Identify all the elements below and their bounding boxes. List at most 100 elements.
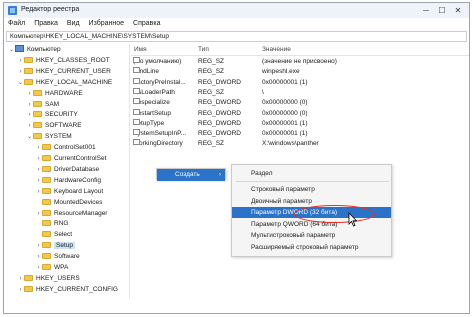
value-type-cell: REG_SZ xyxy=(198,58,225,65)
tree-node[interactable]: ⌄ SYSTEM xyxy=(26,132,72,142)
submenu-item-key[interactable]: Раздел xyxy=(232,168,391,179)
submenu-item[interactable]: Строковый параметр xyxy=(232,184,391,195)
table-row[interactable]: SystemSetupInP... REG_DWORD 0x00000001 (1) xyxy=(131,129,469,139)
tree-node-label: MountedDevices xyxy=(54,198,103,206)
pane-splitter[interactable] xyxy=(129,44,130,299)
column-value-header[interactable]: Значение xyxy=(262,46,291,53)
expand-toggle-icon[interactable]: ⌄ xyxy=(26,132,33,142)
menu-file[interactable]: Файл xyxy=(8,18,25,30)
folder-icon xyxy=(42,187,51,194)
folder-icon xyxy=(24,78,33,85)
value-name-cell: Respecialize xyxy=(133,98,170,108)
folder-icon xyxy=(42,198,51,205)
folder-icon xyxy=(33,111,42,118)
expand-toggle-icon[interactable]: › xyxy=(35,241,42,251)
create-menu-item[interactable]: Создать › xyxy=(157,169,225,181)
value-name: FactoryPreInstal... xyxy=(133,78,186,86)
tree-node[interactable]: › SAM xyxy=(26,100,59,110)
column-type-header[interactable]: Тип xyxy=(198,46,209,53)
tree-node[interactable]: › ControlSet001 xyxy=(35,143,96,153)
tree-node[interactable]: › SECURITY xyxy=(26,110,78,120)
minimize-button[interactable]: ─ xyxy=(418,5,434,16)
expand-toggle-icon[interactable]: › xyxy=(17,285,24,295)
binary-value-icon xyxy=(133,108,140,115)
tree-node[interactable]: › Software xyxy=(35,252,80,262)
tree-node[interactable]: › HKEY_USERS xyxy=(17,274,80,284)
menu-bar: Файл Правка Вид Избранное Справка xyxy=(4,18,469,30)
expand-toggle-icon[interactable]: › xyxy=(17,56,24,66)
folder-icon xyxy=(24,56,33,63)
tree-node[interactable]: › DriverDatabase xyxy=(35,165,99,175)
value-name-cell: FactoryPreInstal... xyxy=(133,77,186,88)
tree-node[interactable]: › Setup xyxy=(35,241,75,251)
expand-toggle-icon[interactable]: › xyxy=(35,263,42,273)
expand-toggle-icon[interactable]: › xyxy=(26,89,33,99)
menu-help[interactable]: Справка xyxy=(133,18,160,30)
expand-toggle-icon[interactable]: › xyxy=(17,67,24,77)
expand-toggle-icon[interactable]: › xyxy=(26,110,33,120)
tree-node[interactable]: ⌄ HKEY_LOCAL_MACHINE xyxy=(17,78,112,88)
expand-toggle-icon[interactable]: ⌄ xyxy=(17,78,24,88)
tree-node[interactable]: › HKEY_CURRENT_USER xyxy=(17,67,111,77)
expand-toggle-icon[interactable]: › xyxy=(17,274,24,284)
folder-icon xyxy=(42,220,51,227)
folder-icon xyxy=(33,100,42,107)
regedit-app-icon xyxy=(8,6,17,15)
tree-node[interactable]: MountedDevices xyxy=(35,198,102,208)
value-data-cell: winpeshl.exe xyxy=(262,68,300,76)
tree-node[interactable]: › WPA xyxy=(35,263,68,273)
table-row[interactable]: SetupType REG_DWORD 0x00000001 (1) xyxy=(131,118,469,129)
table-row[interactable]: CmdLine REG_SZ winpeshl.exe xyxy=(131,67,469,77)
submenu-item[interactable]: Мультистроковый параметр xyxy=(232,230,391,241)
tree-node[interactable]: › HKEY_CURRENT_CONFIG xyxy=(17,285,118,295)
value-name: (По умолчанию) xyxy=(133,58,182,65)
menu-favorites[interactable]: Избранное xyxy=(89,18,124,30)
value-name-cell: OsLoaderPath xyxy=(133,87,175,98)
tree-node[interactable]: › ResourceManager xyxy=(35,209,107,219)
tree-node[interactable]: › HKEY_CLASSES_ROOT xyxy=(17,56,110,66)
expand-toggle-icon[interactable]: › xyxy=(35,176,42,186)
tree-node[interactable]: › HARDWARE xyxy=(26,89,83,99)
value-name-cell: WorkingDirectory xyxy=(133,139,183,149)
expand-toggle-icon[interactable]: › xyxy=(26,121,33,131)
tree-node[interactable]: › SOFTWARE xyxy=(26,121,82,131)
tree-node-label: WPA xyxy=(54,264,69,271)
tree-node[interactable]: › Keyboard Layout xyxy=(35,187,103,197)
submenu-item[interactable]: Расширяемый строковый параметр xyxy=(232,242,391,253)
menu-view[interactable]: Вид xyxy=(67,18,80,30)
maximize-button[interactable]: ☐ xyxy=(434,5,450,16)
submenu-item[interactable]: Двоичный параметр xyxy=(232,196,391,207)
tree-node-label: Keyboard Layout xyxy=(54,187,104,195)
tree-node[interactable]: RNG xyxy=(35,219,68,229)
tree-node-label: Select xyxy=(54,231,73,239)
table-row[interactable]: Respecialize REG_DWORD 0x00000000 (0) xyxy=(131,98,469,108)
close-button[interactable]: ✕ xyxy=(450,5,466,16)
value-name-cell: RestartSetup xyxy=(133,108,171,119)
menu-edit[interactable]: Правка xyxy=(34,18,58,30)
expand-toggle-icon[interactable]: › xyxy=(35,209,42,219)
folder-icon xyxy=(42,209,51,216)
expand-toggle-icon[interactable]: › xyxy=(35,252,42,262)
tree-node[interactable]: › CurrentControlSet xyxy=(35,154,106,164)
table-row[interactable]: RestartSetup REG_DWORD 0x00000000 (0) xyxy=(131,108,469,119)
tree-node[interactable]: Select xyxy=(35,230,72,240)
table-row[interactable]: FactoryPreInstal... REG_DWORD 0x00000001 (… xyxy=(131,77,469,88)
tree-node[interactable]: ⌄ Компьютер xyxy=(8,45,61,55)
address-bar[interactable]: Компьютер\HKEY_LOCAL_MACHINE\SYSTEM\Setu… xyxy=(6,31,467,42)
expand-toggle-icon[interactable]: › xyxy=(26,100,33,110)
expand-toggle-icon[interactable]: › xyxy=(35,154,42,164)
value-data-cell: 0x00000001 (1) xyxy=(262,78,308,86)
expand-toggle-icon[interactable]: ⌄ xyxy=(8,45,15,55)
tree-node[interactable]: › HardwareConfig xyxy=(35,176,101,186)
mouse-cursor-icon xyxy=(348,212,358,227)
tree-node-label: RNG xyxy=(54,220,69,228)
table-row[interactable]: (По умолчанию) REG_SZ (значение не присвое… xyxy=(131,57,469,67)
expand-toggle-icon[interactable]: › xyxy=(35,143,42,153)
value-name-cell: CmdLine xyxy=(133,67,159,77)
table-row[interactable]: OsLoaderPath REG_SZ \ xyxy=(131,87,469,98)
expand-toggle-icon[interactable]: › xyxy=(35,187,42,197)
expand-toggle-icon[interactable]: › xyxy=(35,165,42,175)
column-name-header[interactable]: Имя xyxy=(134,46,147,53)
table-row[interactable]: WorkingDirectory REG_SZ X:\windows\panther xyxy=(131,139,469,149)
window-title: Редактор реестра xyxy=(21,6,80,13)
